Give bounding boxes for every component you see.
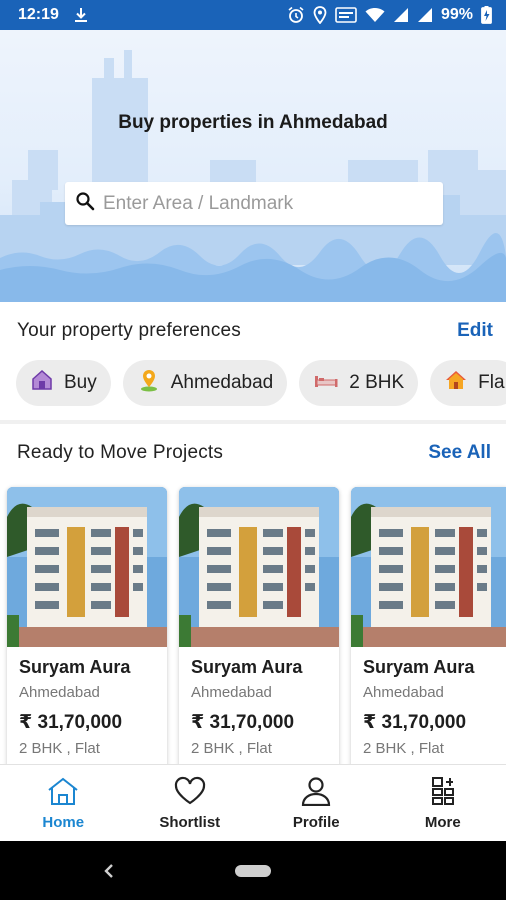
project-name: Suryam Aura <box>363 657 475 677</box>
project-price: ₹ 31,70,000 <box>363 712 467 733</box>
status-time: 12:19 <box>18 6 59 23</box>
search-box[interactable] <box>65 182 443 225</box>
chip-city[interactable]: Ahmedabad <box>122 360 288 406</box>
project-card[interactable]: Suryam Aura Ahmedabad ₹ 31,70,000 2 BHK … <box>7 487 167 777</box>
city-skyline-illustration <box>0 50 506 302</box>
project-card[interactable]: Suryam Aura Ahmedabad ₹ 31,70,000 2 BHK … <box>351 487 506 777</box>
project-price: ₹ 31,70,000 <box>19 712 123 733</box>
nav-label: Profile <box>292 813 340 831</box>
project-cards: Suryam Aura Ahmedabad ₹ 31,70,000 2 BHK … <box>7 487 506 777</box>
battery-percent: 99% <box>440 6 473 23</box>
volte-icon <box>335 7 357 23</box>
nav-more[interactable]: More <box>380 765 506 841</box>
more-icon <box>426 776 460 810</box>
projects-title: Ready to Move Projects <box>17 442 224 463</box>
project-name: Suryam Aura <box>19 657 131 677</box>
chip-label: Buy <box>64 372 97 393</box>
home-gesture-pill[interactable] <box>235 864 271 877</box>
project-name: Suryam Aura <box>191 657 303 677</box>
app-screen: 12:19 99% Buy properties in Ahmedabad En… <box>0 0 506 900</box>
project-city: Ahmedabad <box>19 684 100 701</box>
section-divider <box>0 420 506 424</box>
project-config: 2 BHK , Flat <box>19 740 100 757</box>
bottom-nav: Home Shortlist Profile More <box>0 764 506 841</box>
house-icon <box>30 368 54 398</box>
project-card[interactable]: Suryam Aura Ahmedabad ₹ 31,70,000 2 BHK … <box>179 487 339 777</box>
project-city: Ahmedabad <box>363 684 444 701</box>
building-image <box>179 487 339 647</box>
building-image <box>351 487 506 647</box>
see-all-button[interactable]: See All <box>428 442 491 464</box>
signal-icon-2 <box>417 7 433 23</box>
preferences-header: Your property preferences Edit <box>17 320 493 342</box>
nav-label: Home <box>42 813 85 831</box>
hero-banner: Buy properties in Ahmedabad <box>0 30 506 302</box>
nav-home[interactable]: Home <box>0 765 127 841</box>
location-pin-icon <box>137 368 161 398</box>
nav-shortlist[interactable]: Shortlist <box>127 765 254 841</box>
hero-title: Buy properties in Ahmedabad <box>118 112 388 133</box>
battery-icon <box>481 6 492 24</box>
project-config: 2 BHK , Flat <box>363 740 444 757</box>
search-input[interactable] <box>103 192 423 215</box>
chip-label: Ahmedabad <box>170 372 274 393</box>
projects-header: Ready to Move Projects See All <box>17 442 491 464</box>
building-image <box>7 487 167 647</box>
chip-buy[interactable]: Buy <box>16 360 111 406</box>
system-nav-bar <box>0 841 506 900</box>
signal-icon <box>393 7 409 23</box>
nav-profile[interactable]: Profile <box>253 765 380 841</box>
preference-chips: Buy Ahmedabad 2 BHK Fla <box>16 360 506 406</box>
user-icon <box>299 776 333 810</box>
project-price: ₹ 31,70,000 <box>191 712 295 733</box>
project-config: 2 BHK , Flat <box>191 740 272 757</box>
back-icon[interactable] <box>102 861 116 881</box>
home-icon <box>444 368 468 398</box>
nav-label: More <box>424 813 461 831</box>
status-bar: 12:19 99% <box>0 0 506 30</box>
heart-icon <box>173 776 207 810</box>
download-icon <box>73 7 89 23</box>
chip-label: 2 BHK <box>349 372 405 393</box>
chip-label: Fla <box>478 372 505 393</box>
preferences-title: Your property preferences <box>17 320 241 341</box>
alarm-icon <box>287 6 305 24</box>
edit-preferences-button[interactable]: Edit <box>457 320 493 342</box>
location-icon <box>313 6 327 24</box>
bed-icon <box>313 368 339 398</box>
search-icon <box>75 191 95 216</box>
chip-type[interactable]: Fla <box>430 360 506 406</box>
home-icon <box>46 776 80 810</box>
project-city: Ahmedabad <box>191 684 272 701</box>
nav-label: Shortlist <box>159 813 221 831</box>
chip-bhk[interactable]: 2 BHK <box>299 360 419 406</box>
wifi-icon <box>365 7 385 23</box>
